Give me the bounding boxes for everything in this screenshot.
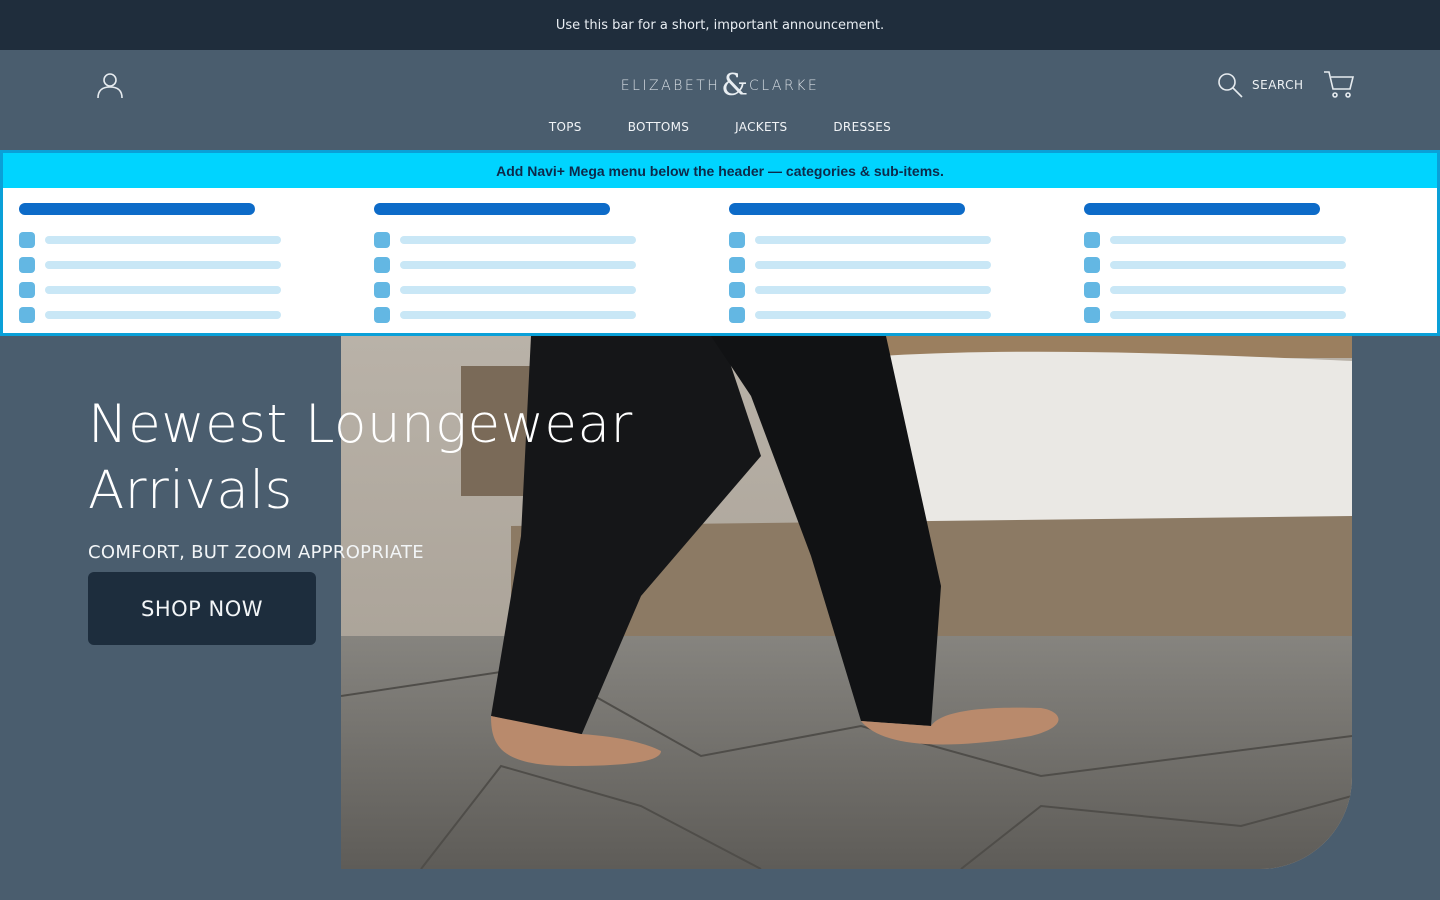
search-icon [1218,73,1243,98]
subitem-icon-placeholder [374,231,390,248]
mega-menu-subitem-placeholder [374,252,674,277]
subitem-label-placeholder [400,260,636,269]
subitem-icon-placeholder [19,256,35,273]
subitem-icon-placeholder [729,256,745,273]
hero-title-line-1: Newest Loungewear [88,394,633,455]
cart-button[interactable] [1322,68,1356,100]
subitem-label-placeholder [400,310,636,319]
subitem-label-placeholder [1110,260,1346,269]
nav-item-tops[interactable]: TOPS [549,120,582,134]
mega-menu-column [729,203,1029,327]
hero-content: Newest Loungewear Arrivals COMFORT, BUT … [88,392,688,563]
mega-menu-column [1084,203,1384,327]
mega-menu-subitem-placeholder [374,277,674,302]
cart-icon [1324,71,1355,98]
subitem-icon-placeholder [1084,256,1100,273]
nav-item-dresses[interactable]: DRESSES [833,120,891,134]
mega-menu-category-placeholder [729,203,965,215]
mega-menu-subitem-placeholder [1084,227,1384,252]
subitem-label-placeholder [45,310,281,319]
mega-menu-subitem-placeholder [729,252,1029,277]
mega-menu-placeholder: Add Navi+ Mega menu below the header — c… [0,150,1440,336]
subitem-label-placeholder [755,285,991,294]
account-button[interactable] [94,70,126,102]
nav-item-bottoms[interactable]: BOTTOMS [628,120,689,134]
subitem-label-placeholder [1110,285,1346,294]
subitem-label-placeholder [400,235,636,244]
shop-now-button[interactable]: SHOP NOW [88,572,316,645]
main-nav: TOPS BOTTOMS JACKETS DRESSES [0,120,1440,134]
subitem-label-placeholder [1110,310,1346,319]
mega-menu-subitem-placeholder [19,277,319,302]
announcement-bar: Use this bar for a short, important anno… [0,0,1440,50]
mega-menu-category-placeholder [374,203,610,215]
mega-menu-banner: Add Navi+ Mega menu below the header — c… [3,153,1437,188]
user-icon [97,73,123,99]
subitem-icon-placeholder [729,281,745,298]
hero-title-line-2: Arrivals [88,460,293,521]
subitem-label-placeholder [1110,235,1346,244]
subitem-label-placeholder [755,260,991,269]
subitem-label-placeholder [45,285,281,294]
logo-word-left: ELIZABETH [620,78,721,94]
hero-title: Newest Loungewear Arrivals [88,392,688,524]
subitem-label-placeholder [755,235,991,244]
logo-ampersand: & [721,68,749,103]
mega-menu-column [19,203,319,327]
search-button[interactable]: SEARCH [1216,70,1304,100]
subitem-label-placeholder [45,235,281,244]
mega-menu-subitem-placeholder [19,227,319,252]
subitem-icon-placeholder [1084,231,1100,248]
brand-logo[interactable]: ELIZABETH & CLARKE [620,68,820,104]
mega-menu-subitem-placeholder [729,277,1029,302]
mega-menu-subitem-placeholder [1084,302,1384,327]
announcement-text: Use this bar for a short, important anno… [555,17,885,33]
mega-menu-columns [3,188,1437,333]
subitem-icon-placeholder [19,306,35,323]
mega-menu-column [374,203,674,327]
subitem-label-placeholder [45,260,281,269]
subitem-label-placeholder [400,285,636,294]
subitem-icon-placeholder [374,281,390,298]
hero-subtitle: COMFORT, BUT ZOOM APPROPRIATE [88,542,424,563]
mega-menu-subitem-placeholder [1084,252,1384,277]
mega-menu-subitem-placeholder [1084,277,1384,302]
subitem-label-placeholder [755,310,991,319]
search-label: SEARCH [1252,78,1304,92]
mega-menu-subitem-placeholder [19,302,319,327]
site-header: ELIZABETH & CLARKE SEARCH TOPS BOTTOMS J… [0,50,1440,150]
subitem-icon-placeholder [374,256,390,273]
subitem-icon-placeholder [1084,281,1100,298]
logo-word-right: CLARKE [749,78,820,94]
subitem-icon-placeholder [19,231,35,248]
subitem-icon-placeholder [729,306,745,323]
mega-menu-subitem-placeholder [19,252,319,277]
subitem-icon-placeholder [19,281,35,298]
mega-menu-subitem-placeholder [374,302,674,327]
mega-menu-category-placeholder [1084,203,1320,215]
mega-menu-subitem-placeholder [374,227,674,252]
subitem-icon-placeholder [729,231,745,248]
nav-item-jackets[interactable]: JACKETS [735,120,787,134]
mega-menu-category-placeholder [19,203,255,215]
subitem-icon-placeholder [1084,306,1100,323]
subitem-icon-placeholder [374,306,390,323]
mega-menu-subitem-placeholder [729,227,1029,252]
mega-menu-subitem-placeholder [729,302,1029,327]
